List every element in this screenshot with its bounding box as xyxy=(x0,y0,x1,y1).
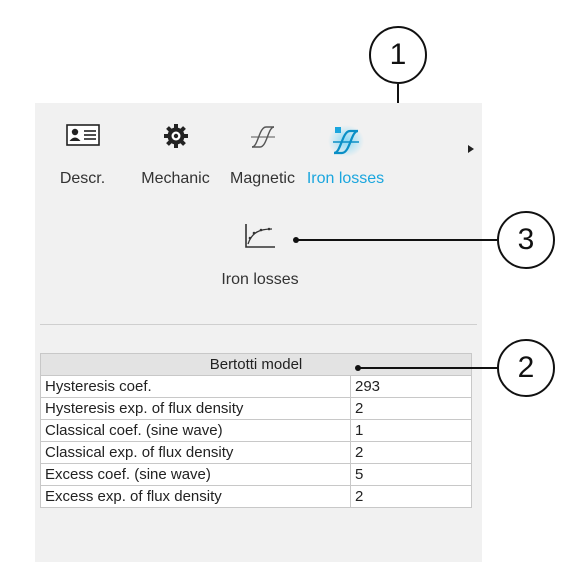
more-tabs-arrow-icon[interactable] xyxy=(468,145,474,153)
callout-3-leader xyxy=(296,239,497,241)
tab-iron-losses-label: Iron losses xyxy=(306,170,385,187)
callout-2-leader xyxy=(358,367,498,369)
tab-mechanic[interactable]: Mechanic xyxy=(128,103,223,198)
table-header: Bertotti model xyxy=(40,353,472,376)
param-name: Hysteresis exp. of flux density xyxy=(40,397,351,420)
callout-2: 2 xyxy=(497,339,555,397)
param-name: Classical coef. (sine wave) xyxy=(40,419,351,442)
iron-losses-subtool-label: Iron losses xyxy=(221,271,299,288)
param-name: Hysteresis coef. xyxy=(40,375,351,398)
tab-mechanic-label: Mechanic xyxy=(141,170,210,187)
bertotti-table: Bertotti model Hysteresis coef. 293 Hyst… xyxy=(40,353,472,508)
table-row[interactable]: Classical exp. of flux density 2 xyxy=(40,441,472,464)
iron-losses-panel: Descr. Mechanic Magnetic Iron losses Iro… xyxy=(35,103,482,562)
iron-losses-hysteresis-icon xyxy=(298,123,393,157)
param-value[interactable]: 2 xyxy=(350,485,472,508)
callout-3: 3 xyxy=(497,211,555,269)
param-value[interactable]: 293 xyxy=(350,375,472,398)
tab-magnetic[interactable]: Magnetic xyxy=(215,103,310,198)
gear-icon xyxy=(128,123,223,153)
tab-iron-losses[interactable]: Iron losses xyxy=(298,103,393,198)
param-value[interactable]: 2 xyxy=(350,397,472,420)
tab-descr[interactable]: Descr. xyxy=(35,103,130,198)
callout-1: 1 xyxy=(369,26,427,84)
table-row[interactable]: Hysteresis coef. 293 xyxy=(40,375,472,398)
table-row[interactable]: Excess coef. (sine wave) 5 xyxy=(40,463,472,486)
table-header-row: Bertotti model xyxy=(40,353,472,376)
param-value[interactable]: 5 xyxy=(350,463,472,486)
tab-descr-label: Descr. xyxy=(59,170,106,187)
table-row[interactable]: Classical coef. (sine wave) 1 xyxy=(40,419,472,442)
loss-curve-icon xyxy=(243,222,277,255)
table-row[interactable]: Hysteresis exp. of flux density 2 xyxy=(40,397,472,420)
param-name: Excess coef. (sine wave) xyxy=(40,463,351,486)
iron-losses-subtool[interactable]: Iron losses xyxy=(195,218,325,298)
table-row[interactable]: Excess exp. of flux density 2 xyxy=(40,485,472,508)
divider xyxy=(40,324,477,325)
hysteresis-icon xyxy=(215,123,310,153)
param-value[interactable]: 1 xyxy=(350,419,472,442)
tab-magnetic-label: Magnetic xyxy=(230,170,295,187)
id-card-icon xyxy=(35,123,130,153)
param-name: Classical exp. of flux density xyxy=(40,441,351,464)
param-name: Excess exp. of flux density xyxy=(40,485,351,508)
param-value[interactable]: 2 xyxy=(350,441,472,464)
